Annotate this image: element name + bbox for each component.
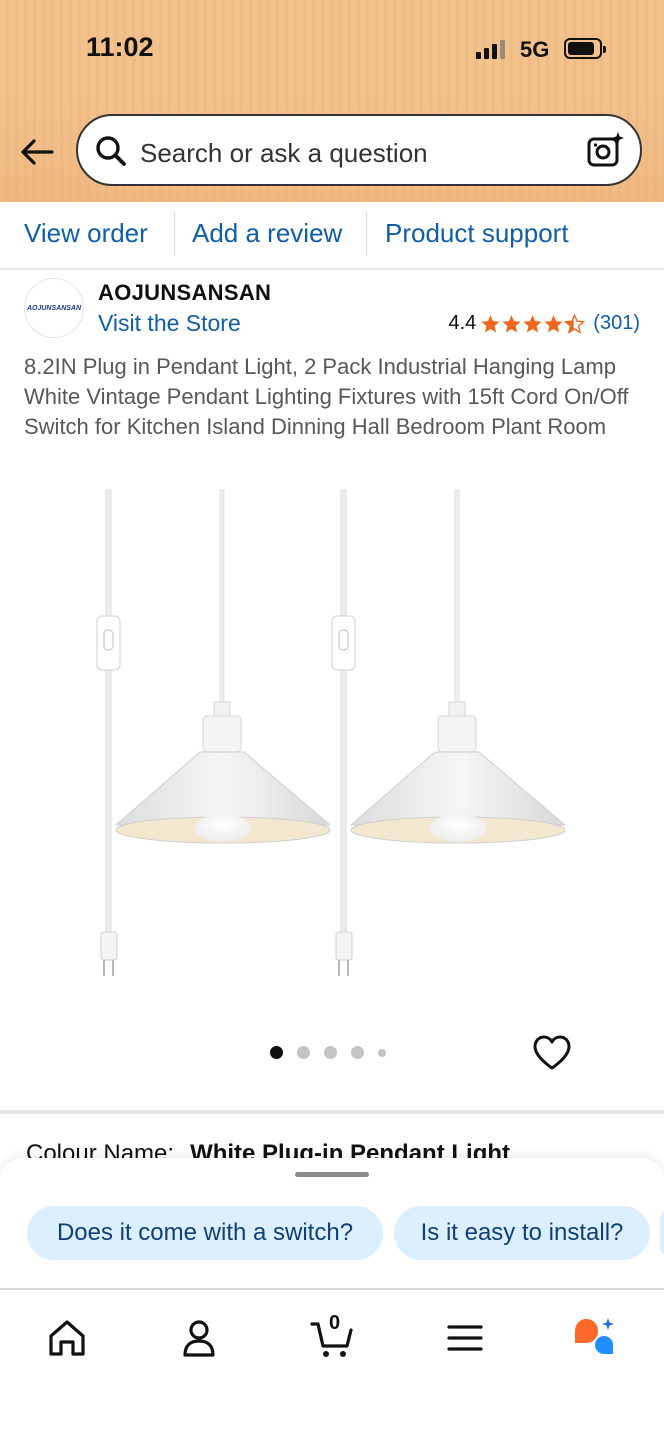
order-links-bar: View order Add a review Product support (0, 202, 664, 270)
suggestion-chip-partial[interactable] (660, 1206, 664, 1260)
carousel-dot (324, 1046, 337, 1059)
rating[interactable]: 4.4 (301) (448, 312, 640, 335)
search-input[interactable]: Search or ask a question (76, 114, 642, 186)
brand-logo-text: AOJUNSANSAN (26, 304, 82, 312)
star-full-icon (544, 314, 563, 332)
star-rating (480, 313, 586, 334)
rating-value: 4.4 (448, 312, 477, 334)
star-partial-icon (564, 313, 586, 334)
sheet-drag-handle[interactable] (295, 1172, 369, 1177)
suggestion-chip-switch[interactable]: Does it come with a switch? (27, 1206, 383, 1260)
visit-store-link[interactable]: Visit the Store (98, 310, 241, 337)
search-icon (96, 136, 126, 166)
carousel-dot (378, 1048, 386, 1057)
pendant-lamp-1 (96, 489, 332, 976)
heart-icon[interactable] (532, 1034, 572, 1072)
battery-icon (564, 38, 606, 59)
cart-count-badge: 0 (329, 1312, 341, 1334)
product-image[interactable] (0, 480, 664, 1000)
carousel-dot (351, 1046, 364, 1059)
rufus-assistant-icon[interactable] (572, 1316, 616, 1360)
search-placeholder: Search or ask a question (140, 138, 428, 168)
status-time: 11:02 (86, 32, 154, 62)
suggestion-sheet: Does it come with a switch? Is it easy t… (0, 1158, 664, 1288)
product-support-link[interactable]: Product support (385, 218, 569, 249)
network-label: 5G (520, 37, 550, 62)
star-full-icon (523, 314, 542, 332)
carousel-dot (297, 1046, 310, 1059)
brand-logo[interactable]: AOJUNSANSAN (24, 278, 84, 338)
signal-icon (476, 40, 505, 59)
view-order-link[interactable]: View order (24, 218, 148, 249)
section-divider (0, 1110, 664, 1114)
star-full-icon (481, 314, 500, 332)
pendant-lamp-2 (331, 489, 567, 976)
add-review-link[interactable]: Add a review (192, 218, 342, 249)
star-full-icon (502, 314, 521, 332)
home-icon[interactable] (45, 1316, 89, 1360)
bottom-tab-bar (0, 1288, 664, 1440)
rating-count-link[interactable]: (301) (593, 312, 640, 335)
camera-lens-icon[interactable] (586, 130, 626, 170)
image-carousel-dots[interactable] (270, 1046, 386, 1059)
suggestion-chip-install[interactable]: Is it easy to install? (394, 1206, 650, 1260)
menu-icon[interactable] (443, 1316, 487, 1360)
account-icon[interactable] (177, 1316, 221, 1360)
header: 11:02 5G Search or ask a question (0, 0, 664, 202)
brand-name: AOJUNSANSAN (98, 280, 272, 305)
product-title: 8.2IN Plug in Pendant Light, 2 Pack Indu… (24, 354, 629, 439)
separator (174, 212, 175, 256)
separator (366, 212, 367, 256)
back-arrow-icon[interactable] (18, 132, 58, 172)
carousel-dot-active (270, 1046, 283, 1059)
